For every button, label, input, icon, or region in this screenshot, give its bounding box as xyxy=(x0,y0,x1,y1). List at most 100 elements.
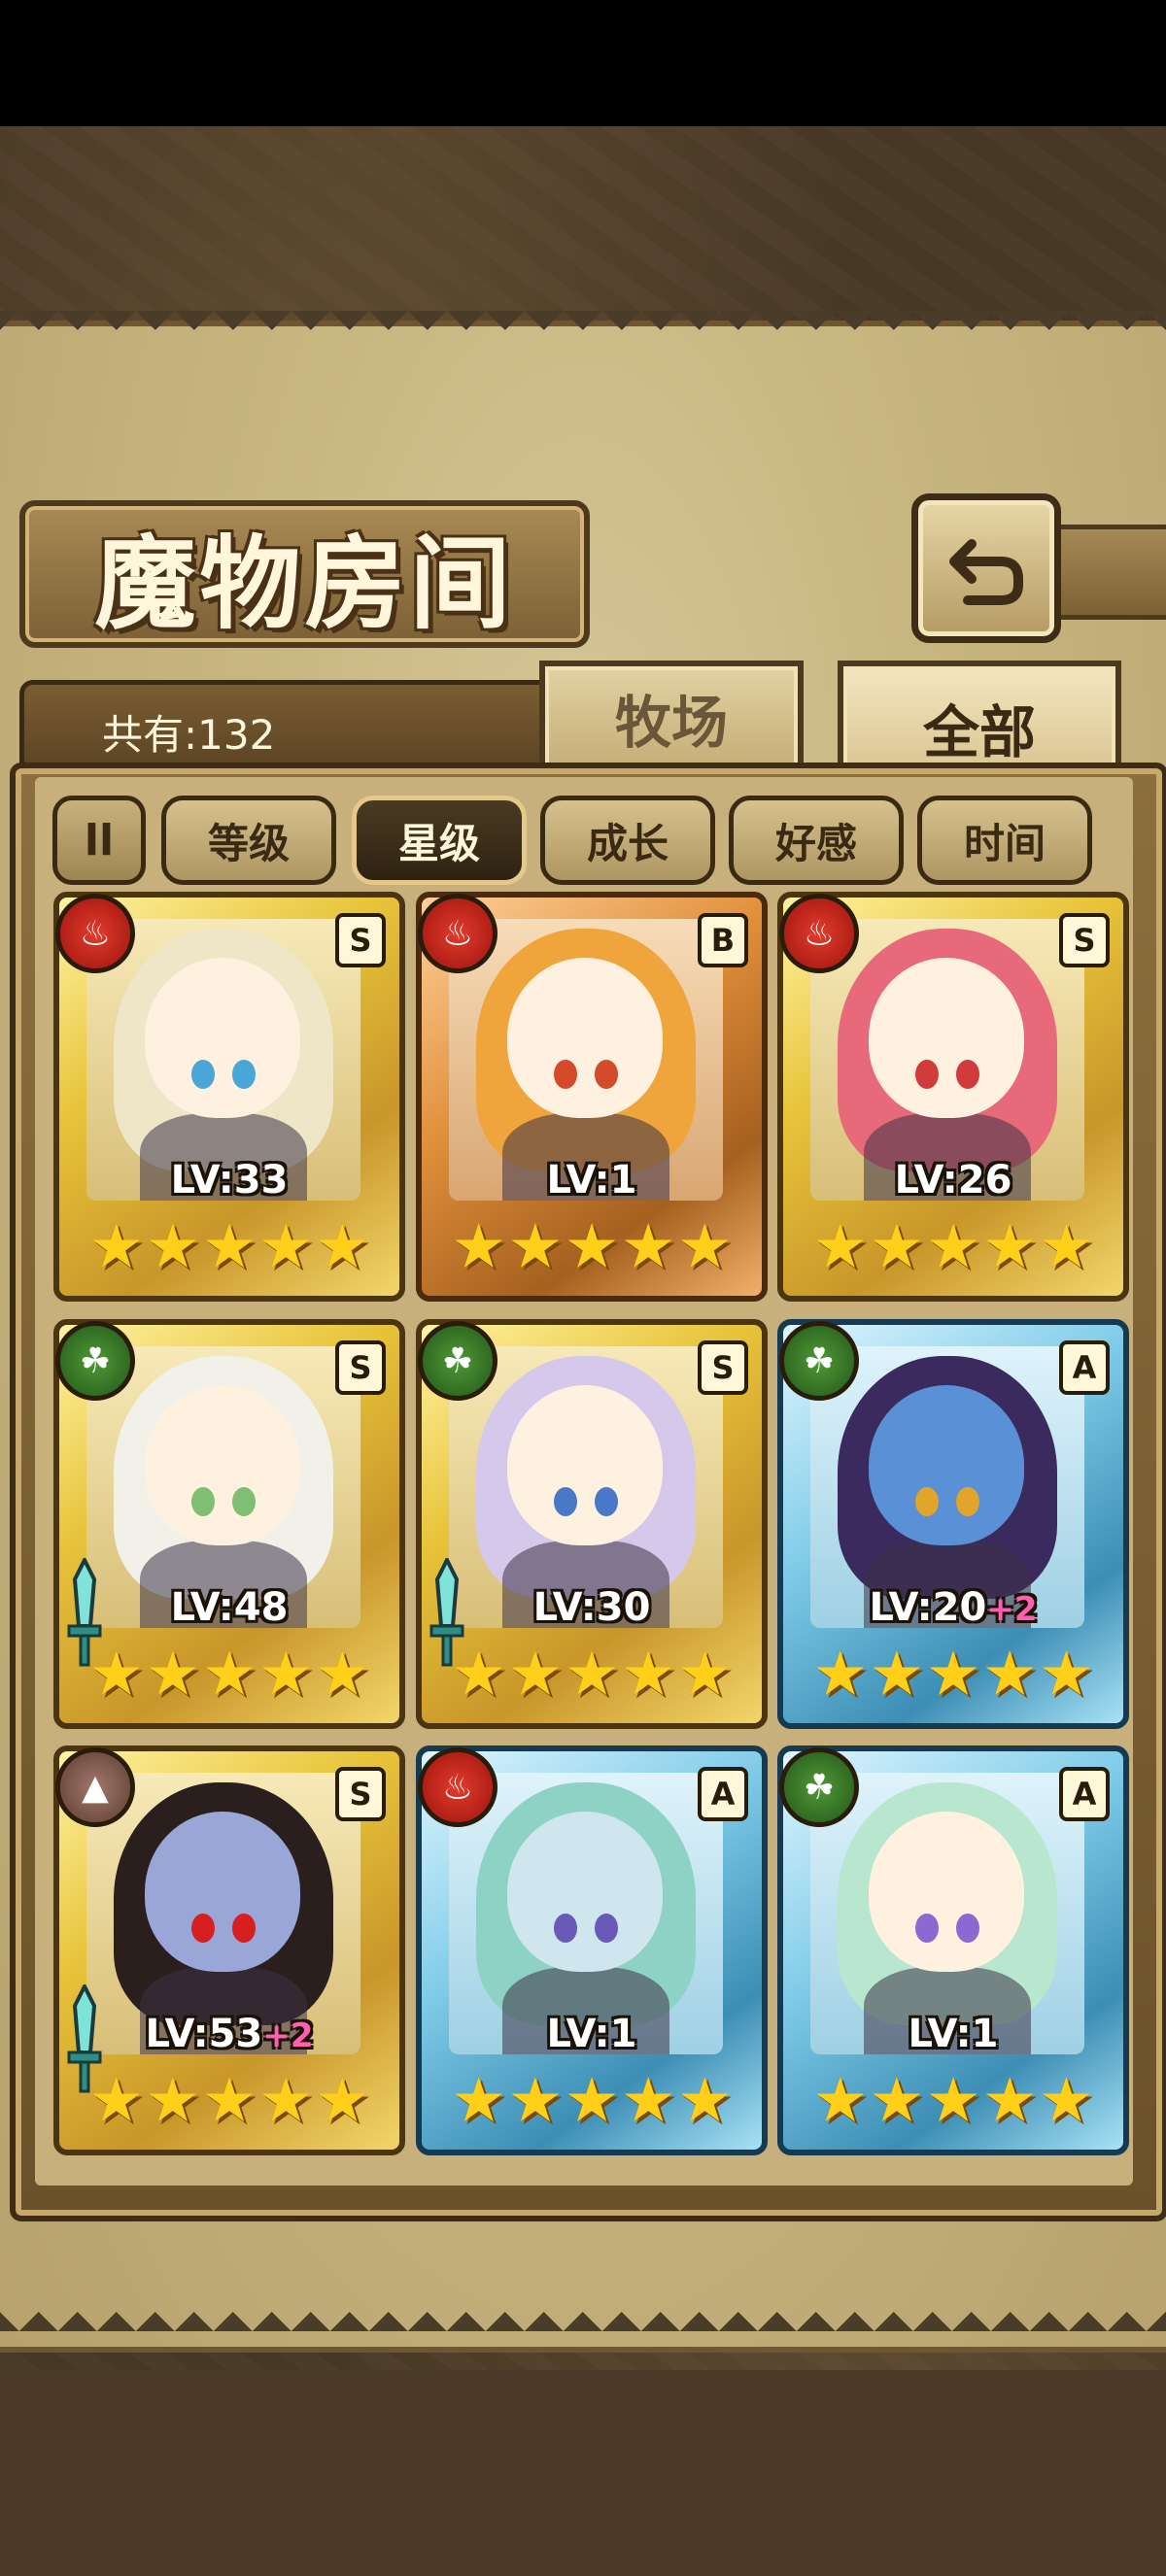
monster-level: LV:26 xyxy=(783,1158,1123,1203)
portrait-face xyxy=(869,958,1024,1118)
star-icon: ★ xyxy=(88,1211,145,1283)
monster-card[interactable]: ☘ S LV:48 ★ ★ ★ ★ ★ xyxy=(53,1319,405,1729)
star-icon: ★ xyxy=(869,1639,925,1711)
star-icon: ★ xyxy=(620,2065,676,2137)
title-plate: 魔物房间 xyxy=(19,500,590,648)
sort-level-button[interactable]: 等级 xyxy=(161,796,336,885)
wood-element-icon: ☘ xyxy=(55,1321,135,1401)
level-text: LV:30 xyxy=(532,1585,651,1630)
rank-badge: S xyxy=(335,913,386,967)
star-icon: ★ xyxy=(1038,1211,1094,1283)
star-icon: ★ xyxy=(620,1639,676,1711)
portrait-eye xyxy=(232,1487,256,1516)
monster-card[interactable]: ♨ S LV:26 ★ ★ ★ ★ ★ xyxy=(777,892,1129,1302)
monster-card[interactable]: ☘ A LV:20+2 ★ ★ ★ ★ ★ xyxy=(777,1319,1129,1729)
portrait-face xyxy=(507,958,663,1118)
page-title: 魔物房间 xyxy=(94,523,515,643)
monster-card[interactable]: ♨ A LV:1 ★ ★ ★ ★ ★ xyxy=(416,1746,768,2155)
monster-card[interactable]: ☘ S LV:30 ★ ★ ★ ★ ★ xyxy=(416,1319,768,1729)
star-rating: ★ ★ ★ ★ ★ xyxy=(88,1213,370,1281)
portrait-eye xyxy=(554,1487,577,1516)
star-icon: ★ xyxy=(925,1639,981,1711)
wood-element-icon: ☘ xyxy=(779,1321,859,1401)
monster-card[interactable]: ☘ A LV:1 ★ ★ ★ ★ ★ xyxy=(777,1746,1129,2155)
monster-level: LV:1 xyxy=(783,2012,1123,2056)
toggle-order-button[interactable]: ll xyxy=(52,796,146,885)
star-icon: ★ xyxy=(507,1211,564,1283)
star-icon: ★ xyxy=(145,1211,201,1283)
star-icon: ★ xyxy=(812,1639,869,1711)
back-bar xyxy=(1047,525,1166,620)
portrait-eye xyxy=(956,1060,979,1089)
lower-map-background xyxy=(0,2370,1166,2576)
sort-star-button[interactable]: 星级 xyxy=(352,796,527,885)
star-icon: ★ xyxy=(981,1639,1038,1711)
star-icon: ★ xyxy=(451,2065,507,2137)
star-icon: ★ xyxy=(314,2065,370,2137)
star-icon: ★ xyxy=(869,2065,925,2137)
star-icon: ★ xyxy=(925,1211,981,1283)
star-icon: ★ xyxy=(1038,2065,1094,2137)
portrait-face xyxy=(145,958,300,1118)
status-bar xyxy=(0,0,1166,126)
portrait-face xyxy=(869,1812,1024,1972)
level-text: LV:53 xyxy=(145,2012,263,2056)
monster-level: LV:20+2 xyxy=(783,1585,1123,1630)
star-icon: ★ xyxy=(676,2065,733,2137)
star-icon: ★ xyxy=(564,2065,620,2137)
sort-filter-row: ll 等级 星级 成长 好感 时间 xyxy=(49,792,1117,885)
star-icon: ★ xyxy=(507,1639,564,1711)
monster-card[interactable]: ♨ B LV:1 ★ ★ ★ ★ ★ xyxy=(416,892,768,1302)
wood-element-icon: ☘ xyxy=(779,1747,859,1827)
star-icon: ★ xyxy=(88,1639,145,1711)
star-icon: ★ xyxy=(620,1211,676,1283)
portrait-eye xyxy=(191,1060,215,1089)
star-icon: ★ xyxy=(451,1639,507,1711)
star-icon: ★ xyxy=(812,1211,869,1283)
level-text: LV:1 xyxy=(546,2012,637,2056)
rank-badge: A xyxy=(698,1767,748,1821)
star-rating: ★ ★ ★ ★ ★ xyxy=(88,1641,370,1709)
monster-level: LV:33 xyxy=(59,1158,399,1203)
level-text: LV:1 xyxy=(546,1158,637,1203)
fire-element-icon: ♨ xyxy=(55,894,135,973)
level-text: LV:20 xyxy=(869,1585,987,1630)
portrait-face xyxy=(145,1385,300,1545)
star-icon: ★ xyxy=(145,2065,201,2137)
monster-count: 共有:132 xyxy=(102,711,276,759)
star-icon: ★ xyxy=(145,1639,201,1711)
star-icon: ★ xyxy=(676,1211,733,1283)
monster-level: LV:48 xyxy=(59,1585,399,1630)
portrait-eye xyxy=(232,1914,256,1943)
monster-level: LV:1 xyxy=(422,1158,762,1203)
level-text: LV:26 xyxy=(894,1158,1012,1203)
level-text: LV:1 xyxy=(908,2012,999,2056)
monster-level: LV:53+2 xyxy=(59,2012,399,2056)
monster-card[interactable]: ▲ S LV:53+2 ★ ★ ★ ★ ★ xyxy=(53,1746,405,2155)
portrait-eye xyxy=(232,1060,256,1089)
star-icon: ★ xyxy=(201,2065,257,2137)
portrait-eye xyxy=(191,1487,215,1516)
rank-badge: A xyxy=(1059,1767,1110,1821)
rank-badge: S xyxy=(335,1340,386,1395)
tab-farm[interactable]: 牧场 xyxy=(539,661,804,774)
pause-icon: ll xyxy=(84,815,115,865)
portrait-eye xyxy=(595,1487,618,1516)
star-icon: ★ xyxy=(314,1211,370,1283)
wood-element-icon: ☘ xyxy=(418,1321,497,1401)
monster-card[interactable]: ♨ S LV:33 ★ ★ ★ ★ ★ xyxy=(53,892,405,1302)
star-rating: ★ ★ ★ ★ ★ xyxy=(451,1213,733,1281)
portrait-eye xyxy=(956,1914,979,1943)
fire-element-icon: ♨ xyxy=(779,894,859,973)
star-icon: ★ xyxy=(257,1639,314,1711)
star-icon: ★ xyxy=(564,1211,620,1283)
back-button[interactable] xyxy=(911,493,1061,643)
star-icon: ★ xyxy=(451,1211,507,1283)
sort-growth-button[interactable]: 成长 xyxy=(540,796,715,885)
star-icon: ★ xyxy=(201,1211,257,1283)
sort-time-button[interactable]: 时间 xyxy=(917,796,1092,885)
fire-element-icon: ♨ xyxy=(418,894,497,973)
star-icon: ★ xyxy=(981,1211,1038,1283)
sort-affection-button[interactable]: 好感 xyxy=(729,796,904,885)
star-rating: ★ ★ ★ ★ ★ xyxy=(812,1641,1094,1709)
